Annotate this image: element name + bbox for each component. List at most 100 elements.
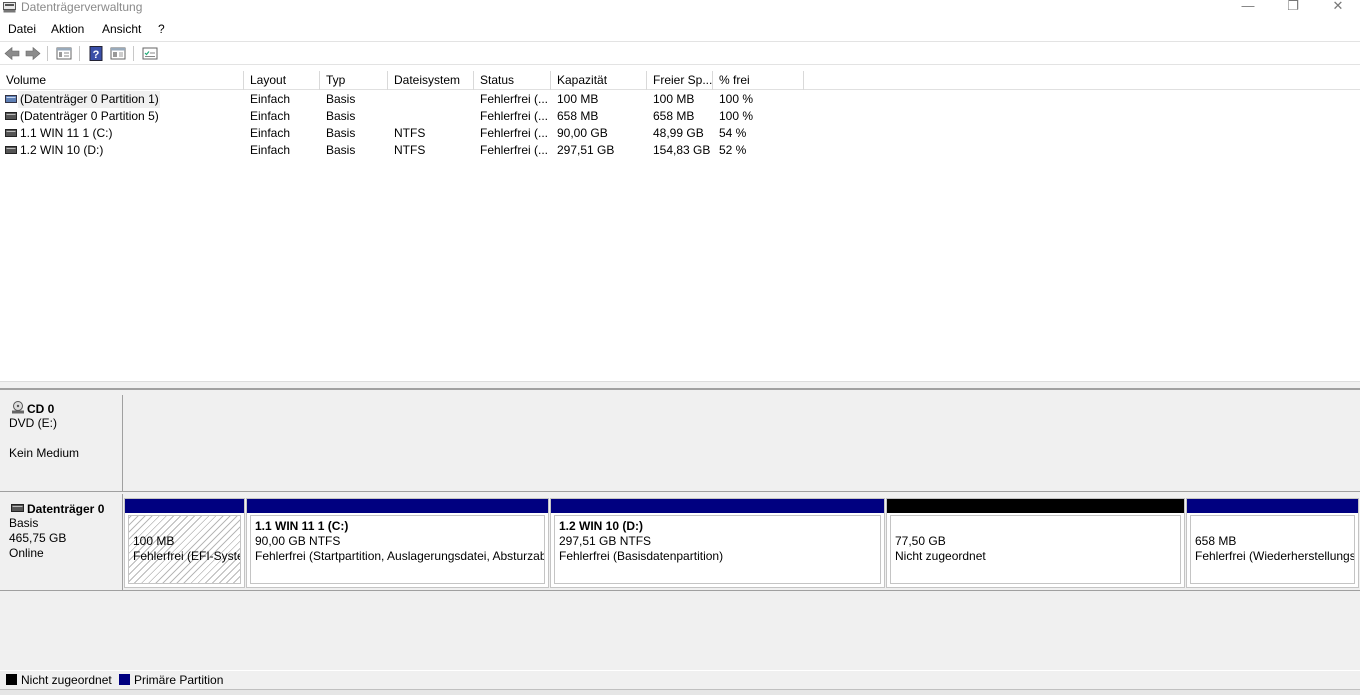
menu-help[interactable]: ? [158,22,165,36]
menu-aktion[interactable]: Aktion [51,22,84,36]
cell-prozent-frei: 100 % [719,92,754,106]
table-row[interactable]: (Datenträger 0 Partition 5) Einfach Basi… [0,108,1360,125]
disk0-size: 465,75 GB [9,531,67,545]
column-status[interactable]: Status [474,71,551,90]
unallocated-bar [887,499,1184,513]
help-icon[interactable]: ? [87,45,105,62]
volume-icon [5,129,17,137]
window-title: Datenträgerverwaltung [21,0,143,14]
cell-volume: 1.1 WIN 11 1 (C:) [20,126,113,140]
legend-swatch-primary [119,674,130,685]
status-bar [0,689,1360,695]
column-typ[interactable]: Typ [320,71,388,90]
partition-status: Nicht zugeordnet [895,549,986,563]
cd0-label[interactable]: CD 0 DVD (E:) Kein Medium [0,395,123,491]
cell-dateisystem: NTFS [394,143,426,157]
volume-icon [5,95,17,103]
toolbar-separator [79,46,80,61]
column-layout[interactable]: Layout [244,71,320,90]
restore-button[interactable]: ❐ [1270,0,1316,16]
console-icon[interactable] [109,45,127,62]
partition-efi[interactable]: 100 MB Fehlerfrei (EFI-Systempartition) [124,498,245,588]
menu-datei[interactable]: Datei [8,22,36,36]
partition-unallocated[interactable]: 77,50 GB Nicht zugeordnet [886,498,1185,588]
checklist-icon[interactable] [141,45,159,62]
primary-partition-bar [1187,499,1358,513]
cell-layout: Einfach [250,109,291,123]
table-row[interactable]: 1.2 WIN 10 (D:) Einfach Basis NTFS Fehle… [0,142,1360,159]
cell-prozent-frei: 54 % [719,126,747,140]
volume-icon [5,112,17,120]
partition-status: Fehlerfrei (Basisdatenpartition) [559,549,724,563]
partition-recovery[interactable]: 658 MB Fehlerfrei (Wiederherstellungspar… [1186,498,1359,588]
cell-typ: Basis [326,92,356,106]
toolbar: ? [0,41,1360,65]
cell-volume: (Datenträger 0 Partition 5) [20,109,159,123]
cell-freier-speicher: 154,83 GB [653,143,711,157]
cell-status: Fehlerfrei (... [480,109,549,123]
disk-separator [0,491,1360,494]
partition-efi-body: 100 MB Fehlerfrei (EFI-Systempartition) [128,515,241,584]
close-button[interactable]: ✕ [1315,0,1360,16]
partition-recovery-body: 658 MB Fehlerfrei (Wiederherstellungspar… [1190,515,1355,584]
cell-layout: Einfach [250,143,291,157]
partition-size: 90,00 GB NTFS [255,534,341,548]
back-arrow-icon[interactable] [3,45,21,62]
cell-freier-speicher: 48,99 GB [653,126,704,140]
cell-dateisystem [394,91,472,108]
cell-dateisystem [394,108,472,125]
cd0-media-status: Kein Medium [9,446,80,460]
cell-typ: Basis [326,143,356,157]
disk-management-app-icon [3,2,16,13]
pane-splitter[interactable] [0,381,1360,390]
table-row[interactable]: (Datenträger 0 Partition 1) Einfach Basi… [0,91,1360,108]
column-freier-speicher[interactable]: Freier Sp... [647,71,713,90]
column-volume[interactable]: Volume [0,71,244,90]
partition-name: 1.2 WIN 10 (D:) [559,519,644,533]
partition-status: Fehlerfrei (Wiederherstellungspartition) [1195,549,1355,563]
hard-disk-icon [11,504,24,512]
disk0-state: Online [9,546,44,560]
minimize-button[interactable]: — [1225,0,1271,16]
toolbar-separator [133,46,134,61]
volume-list-header: Volume Layout Typ Dateisystem Status Kap… [0,71,1360,90]
partition-unallocated-body: 77,50 GB Nicht zugeordnet [890,515,1181,584]
cell-kapazitaet: 658 MB [557,109,599,123]
forward-arrow-icon[interactable] [24,45,42,62]
partition-c[interactable]: 1.1 WIN 11 1 (C:) 90,00 GB NTFS Fehlerfr… [246,498,549,588]
cell-prozent-frei: 100 % [719,109,754,123]
cell-status: Fehlerfrei (... [480,92,549,106]
disk0-label[interactable]: Datenträger 0 Basis 465,75 GB Online [0,494,123,590]
cd0-name: CD 0 [27,402,55,416]
cd-drive-icon [12,401,24,414]
cd0-area [124,395,1360,491]
cell-volume: 1.2 WIN 10 (D:) [20,143,104,157]
cell-freier-speicher: 100 MB [653,92,695,106]
legend-unallocated: Nicht zugeordnet [21,673,112,687]
cell-status: Fehlerfrei (... [480,143,549,157]
column-prozent-frei[interactable]: % frei [713,71,804,90]
volume-list: Volume Layout Typ Dateisystem Status Kap… [0,71,1360,381]
cell-volume: (Datenträger 0 Partition 1) [20,92,159,106]
partition-d-body: 1.2 WIN 10 (D:) 297,51 GB NTFS Fehlerfre… [554,515,881,584]
disk0-name: Datenträger 0 [27,502,105,516]
partition-name: 1.1 WIN 11 1 (C:) [255,519,349,533]
cell-dateisystem: NTFS [394,126,426,140]
column-kapazitaet[interactable]: Kapazität [551,71,647,90]
legend-primary: Primäre Partition [134,673,224,687]
partition-size: 77,50 GB [895,534,946,548]
partition-status: Fehlerfrei (EFI-Systempartition) [133,549,241,563]
partition-status: Fehlerfrei (Startpartition, Auslagerungs… [255,549,544,563]
disk0-partitions: 100 MB Fehlerfrei (EFI-Systempartition) … [124,498,1360,588]
cell-status: Fehlerfrei (... [480,126,549,140]
partition-size: 658 MB [1195,534,1237,548]
cell-typ: Basis [326,126,356,140]
title-bar: Datenträgerverwaltung — ❐ ✕ [0,0,1360,16]
table-row[interactable]: 1.1 WIN 11 1 (C:) Einfach Basis NTFS Feh… [0,125,1360,142]
cell-typ: Basis [326,109,356,123]
properties-icon[interactable] [55,45,73,62]
legend-swatch-unallocated [6,674,17,685]
partition-d[interactable]: 1.2 WIN 10 (D:) 297,51 GB NTFS Fehlerfre… [550,498,885,588]
column-dateisystem[interactable]: Dateisystem [388,71,474,90]
menu-ansicht[interactable]: Ansicht [102,22,141,36]
